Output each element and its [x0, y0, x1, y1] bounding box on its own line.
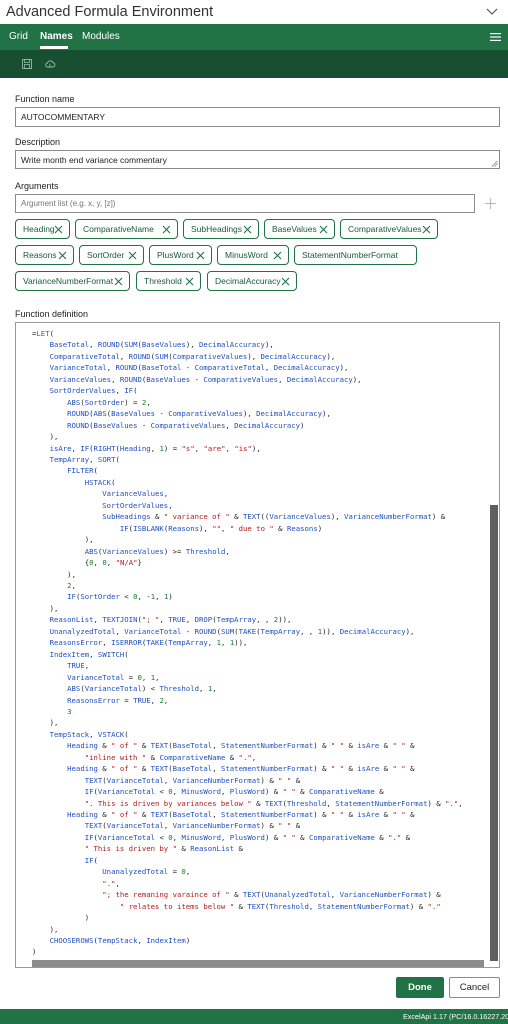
- close-icon[interactable]: [114, 277, 123, 286]
- tab-names[interactable]: Names: [40, 31, 73, 42]
- function-definition-label: Function definition: [15, 309, 89, 319]
- argument-chip-statementnumberformat[interactable]: StatementNumberFormat: [294, 245, 417, 265]
- argument-list-input[interactable]: [15, 194, 475, 213]
- close-icon[interactable]: [319, 225, 328, 234]
- chip-label: Threshold: [144, 276, 182, 286]
- argument-chip-reasons[interactable]: Reasons: [15, 245, 74, 265]
- close-icon[interactable]: [196, 251, 205, 260]
- cloud-icon[interactable]: [44, 59, 56, 69]
- description-label: Description: [15, 137, 61, 147]
- toolbar: [0, 50, 508, 78]
- chip-label: BaseValues: [272, 224, 317, 234]
- close-icon[interactable]: [243, 225, 252, 234]
- argument-chip-basevalues[interactable]: BaseValues: [264, 219, 335, 239]
- tab-grid[interactable]: Grid: [9, 31, 28, 42]
- argument-chip-minusword[interactable]: MinusWord: [217, 245, 289, 265]
- close-icon[interactable]: [273, 251, 282, 260]
- editor-vertical-scroll-thumb[interactable]: [490, 505, 498, 961]
- argument-chip-comparativename[interactable]: ComparativeName: [75, 219, 178, 239]
- chip-label: ComparativeName: [83, 224, 154, 234]
- argument-chip-plusword[interactable]: PlusWord: [149, 245, 212, 265]
- function-definition-editor[interactable]: =LET( BaseTotal, ROUND(SUM(BaseValues), …: [15, 322, 500, 968]
- formula-code[interactable]: =LET( BaseTotal, ROUND(SUM(BaseValues), …: [32, 328, 463, 958]
- chip-label: SortOrder: [87, 250, 125, 260]
- chip-label: PlusWord: [157, 250, 194, 260]
- chip-label: SubHeadings: [191, 224, 243, 234]
- chip-label: Reasons: [23, 250, 57, 260]
- argument-chip-comparativevalues[interactable]: ComparativeValues: [340, 219, 438, 239]
- add-argument-icon[interactable]: [481, 194, 500, 213]
- chip-label: ComparativeValues: [348, 224, 422, 234]
- nav-bar: Grid Names Modules: [0, 24, 508, 50]
- argument-chip-subheadings[interactable]: SubHeadings: [183, 219, 259, 239]
- close-icon[interactable]: [281, 277, 290, 286]
- argument-chip-heading[interactable]: Heading: [15, 219, 70, 239]
- argument-chip-variancenumberformat[interactable]: VarianceNumberFormat: [15, 271, 130, 291]
- description-input[interactable]: Write month end variance commentary: [15, 150, 500, 169]
- close-icon[interactable]: [185, 277, 194, 286]
- argument-chip-decimalaccuracy[interactable]: DecimalAccuracy: [207, 271, 297, 291]
- argument-chip-threshold[interactable]: Threshold: [136, 271, 201, 291]
- status-bar: ExcelApi 1.17 (PC/16.0.16227.200: [0, 1009, 508, 1024]
- save-icon[interactable]: [22, 59, 32, 69]
- chip-label: Heading: [23, 224, 55, 234]
- done-button[interactable]: Done: [396, 977, 444, 998]
- close-icon[interactable]: [422, 225, 431, 234]
- cancel-button[interactable]: Cancel: [449, 977, 500, 998]
- tab-modules[interactable]: Modules: [82, 31, 120, 42]
- resize-grip-icon[interactable]: [491, 160, 498, 167]
- title-bar: Advanced Formula Environment: [0, 0, 508, 24]
- window-title: Advanced Formula Environment: [6, 4, 214, 20]
- description-text: Write month end variance commentary: [21, 155, 167, 165]
- close-icon[interactable]: [128, 251, 137, 260]
- close-icon[interactable]: [54, 225, 63, 234]
- arguments-label: Arguments: [15, 181, 59, 191]
- tab-active-indicator: [40, 46, 68, 49]
- chevron-down-icon[interactable]: [485, 4, 499, 18]
- chip-label: MinusWord: [225, 250, 268, 260]
- function-name-label: Function name: [15, 94, 75, 104]
- argument-chip-sortorder[interactable]: SortOrder: [79, 245, 144, 265]
- chip-label: StatementNumberFormat: [302, 250, 398, 260]
- status-text: ExcelApi 1.17 (PC/16.0.16227.200: [403, 1012, 508, 1021]
- editor-horizontal-scrollbar[interactable]: [32, 960, 484, 967]
- chip-label: DecimalAccuracy: [215, 276, 281, 286]
- close-icon[interactable]: [58, 251, 67, 260]
- menu-icon[interactable]: [490, 32, 501, 42]
- close-icon[interactable]: [162, 225, 171, 234]
- function-name-input[interactable]: AUTOCOMMENTARY: [15, 107, 500, 127]
- chip-label: VarianceNumberFormat: [23, 276, 114, 286]
